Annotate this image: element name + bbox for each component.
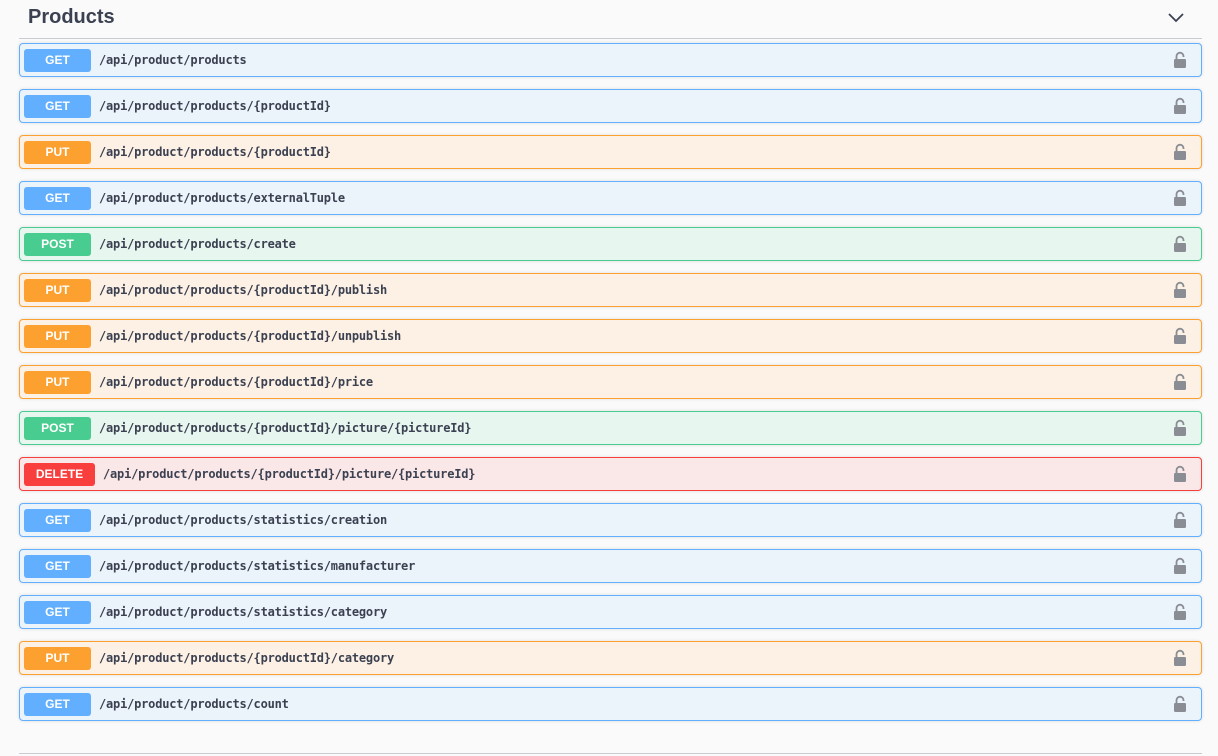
unlocked-padlock-icon[interactable]	[1173, 235, 1187, 253]
unlocked-padlock-icon[interactable]	[1173, 97, 1187, 115]
unlocked-padlock-icon[interactable]	[1173, 465, 1187, 483]
endpoint-path: /api/product/products/{productId}/publis…	[99, 283, 388, 297]
operations-list: GET/api/product/products GET/api/product/…	[19, 43, 1202, 733]
method-badge: POST	[24, 232, 91, 256]
unlocked-padlock-icon[interactable]	[1173, 51, 1187, 69]
method-badge: PUT	[24, 370, 91, 394]
endpoint-path: /api/product/products/{productId}/catego…	[99, 651, 395, 665]
operation-row[interactable]: GET/api/product/products/externalTuple	[19, 181, 1202, 215]
unlocked-padlock-icon[interactable]	[1173, 189, 1187, 207]
method-badge: DELETE	[24, 462, 95, 486]
method-badge: POST	[24, 416, 91, 440]
method-badge: GET	[24, 94, 91, 118]
endpoint-path: /api/product/products/create	[99, 237, 296, 251]
method-badge: PUT	[24, 646, 91, 670]
operation-row[interactable]: PUT/api/product/products/{productId}/pri…	[19, 365, 1202, 399]
operation-row[interactable]: GET/api/product/products/count	[19, 687, 1202, 721]
unlocked-padlock-icon[interactable]	[1173, 373, 1187, 391]
operation-row[interactable]: GET/api/product/products/statistics/manu…	[19, 549, 1202, 583]
unlocked-padlock-icon[interactable]	[1173, 419, 1187, 437]
unlocked-padlock-icon[interactable]	[1173, 695, 1187, 713]
endpoint-path: /api/product/products/externalTuple	[99, 191, 345, 205]
operation-row[interactable]: PUT/api/product/products/{productId}/pub…	[19, 273, 1202, 307]
operation-row[interactable]: PUT/api/product/products/{productId}/unp…	[19, 319, 1202, 353]
method-badge: PUT	[24, 278, 91, 302]
unlocked-padlock-icon[interactable]	[1173, 557, 1187, 575]
operation-row[interactable]: PUT/api/product/products/{productId}/cat…	[19, 641, 1202, 675]
operation-row[interactable]: GET/api/product/products/statistics/cate…	[19, 595, 1202, 629]
endpoint-path: /api/product/products/{productId}	[99, 145, 331, 159]
method-badge: GET	[24, 186, 91, 210]
endpoint-path: /api/product/products/count	[99, 697, 289, 711]
endpoint-path: /api/product/products/{productId}/unpubl…	[99, 329, 402, 343]
unlocked-padlock-icon[interactable]	[1173, 327, 1187, 345]
operation-row[interactable]: GET/api/product/products/statistics/crea…	[19, 503, 1202, 537]
chevron-down-icon[interactable]	[1166, 7, 1186, 27]
method-badge: GET	[24, 554, 91, 578]
method-badge: GET	[24, 508, 91, 532]
swagger-page: Products GET/api/product/products GET/api…	[0, 0, 1218, 756]
products-section-header[interactable]: Products	[19, 0, 1202, 39]
endpoint-path: /api/product/products/statistics/categor…	[99, 605, 388, 619]
section-title: Products	[28, 5, 115, 28]
unlocked-padlock-icon[interactable]	[1173, 603, 1187, 621]
unlocked-padlock-icon[interactable]	[1173, 143, 1187, 161]
method-badge: GET	[24, 600, 91, 624]
method-badge: PUT	[24, 140, 91, 164]
endpoint-path: /api/product/products/{productId}/price	[99, 375, 373, 389]
section-divider	[19, 753, 1202, 754]
endpoint-path: /api/product/products/statistics/manufac…	[99, 559, 416, 573]
endpoint-path: /api/product/products	[99, 53, 247, 67]
method-badge: GET	[24, 692, 91, 716]
endpoint-path: /api/product/products/{productId}	[99, 99, 331, 113]
operation-row[interactable]: POST/api/product/products/create	[19, 227, 1202, 261]
unlocked-padlock-icon[interactable]	[1173, 511, 1187, 529]
method-badge: PUT	[24, 324, 91, 348]
endpoint-path: /api/product/products/{productId}/pictur…	[103, 467, 476, 481]
unlocked-padlock-icon[interactable]	[1173, 281, 1187, 299]
operation-row[interactable]: DELETE/api/product/products/{productId}/…	[19, 457, 1202, 491]
unlocked-padlock-icon[interactable]	[1173, 649, 1187, 667]
operation-row[interactable]: POST/api/product/products/{productId}/pi…	[19, 411, 1202, 445]
method-badge: GET	[24, 48, 91, 72]
operation-row[interactable]: GET/api/product/products/{productId}	[19, 89, 1202, 123]
endpoint-path: /api/product/products/statistics/creatio…	[99, 513, 388, 527]
operation-row[interactable]: PUT/api/product/products/{productId}	[19, 135, 1202, 169]
endpoint-path: /api/product/products/{productId}/pictur…	[99, 421, 472, 435]
operation-row[interactable]: GET/api/product/products	[19, 43, 1202, 77]
